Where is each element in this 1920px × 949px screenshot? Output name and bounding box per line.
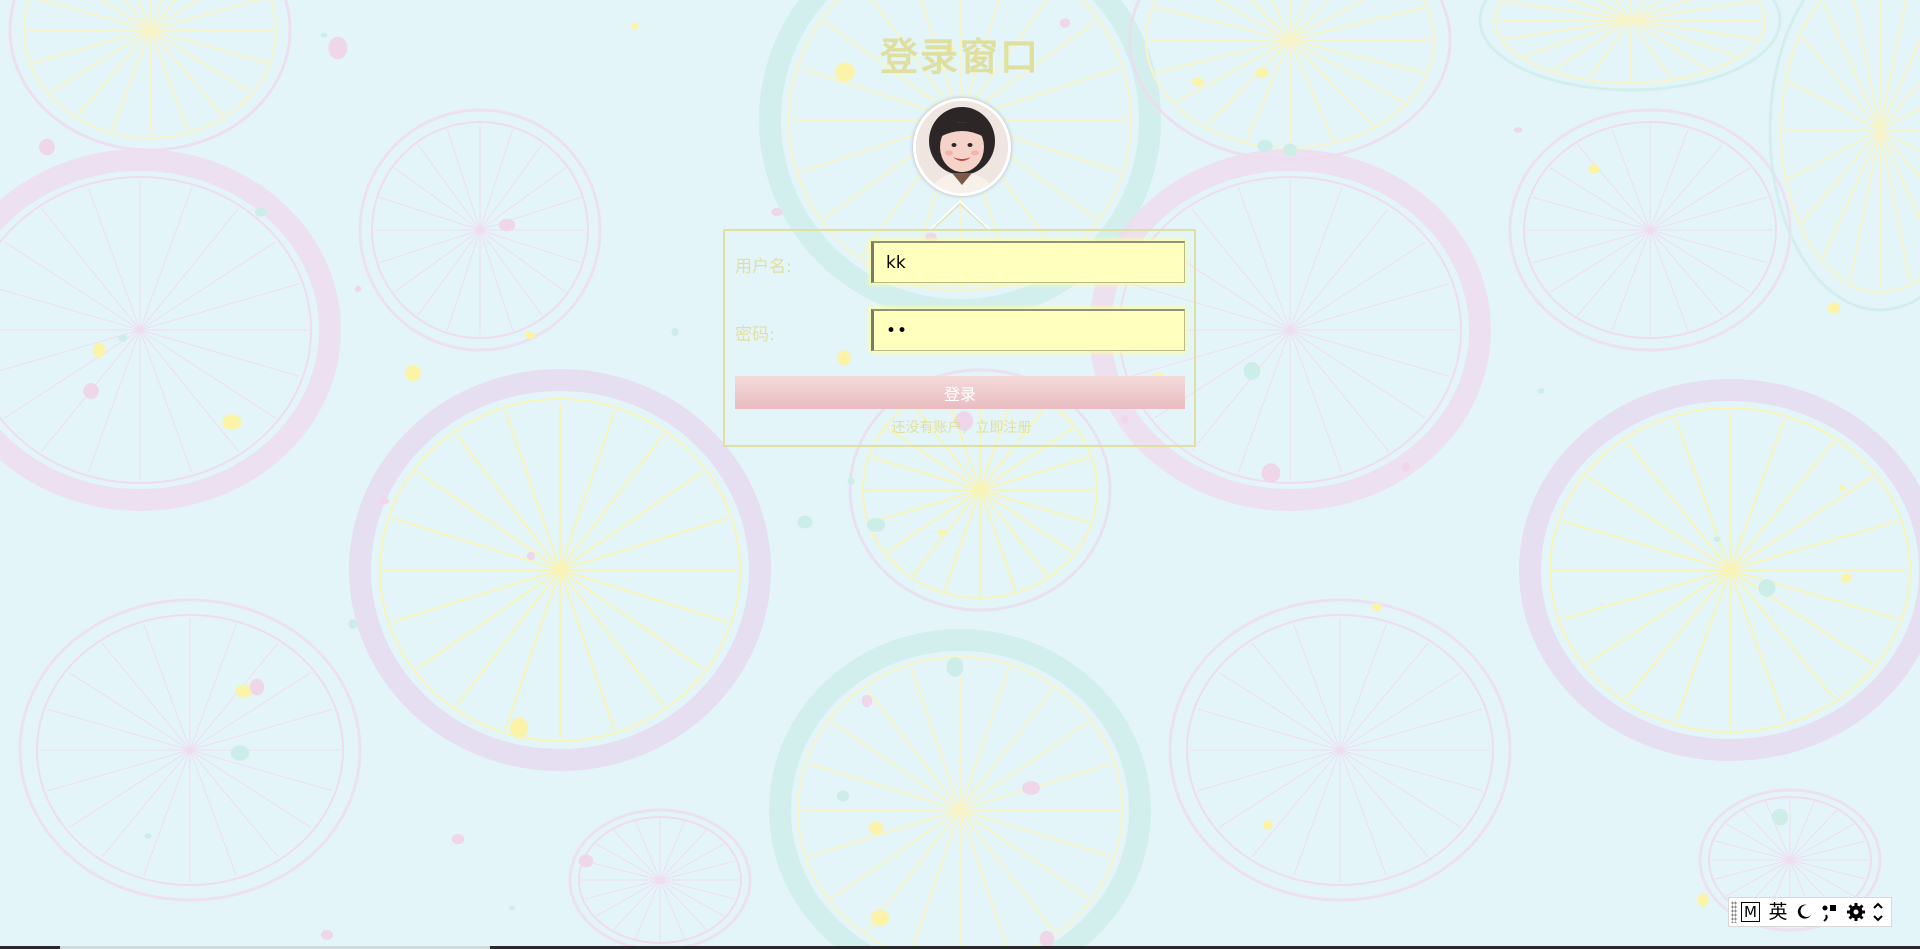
register-link[interactable]: 立即注册 <box>976 420 1032 436</box>
no-account-text: 还没有账户， <box>891 420 976 436</box>
password-label: 密码: <box>735 325 775 345</box>
ime-drag-handle[interactable] <box>1731 901 1737 923</box>
avatar-pointer <box>930 199 990 231</box>
avatar <box>913 98 1011 196</box>
moon-icon[interactable] <box>1792 899 1816 925</box>
page-title: 登录窗口 <box>879 35 1040 79</box>
username-input[interactable] <box>871 241 1185 283</box>
ime-toolbar: M 英 <box>1728 897 1892 927</box>
register-prompt: 还没有账户，立即注册 <box>725 417 1198 437</box>
ime-language-button[interactable]: 英 <box>1766 899 1790 925</box>
punctuation-icon[interactable] <box>1818 899 1842 925</box>
username-label: 用户名: <box>735 257 792 277</box>
gear-icon[interactable] <box>1844 899 1868 925</box>
login-button[interactable]: 登录 <box>735 376 1185 409</box>
password-input[interactable] <box>871 309 1185 351</box>
ime-mode-button[interactable]: M <box>1741 902 1760 922</box>
login-form: 用户名: 密码: 登录 还没有账户，立即注册 <box>723 229 1196 447</box>
more-icon[interactable] <box>1870 899 1886 925</box>
